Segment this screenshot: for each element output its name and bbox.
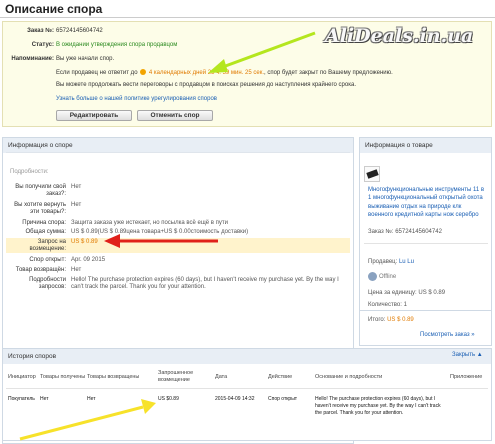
close-history-label: Закрыть [452,352,476,358]
info-label-received: Вы получили свой заказ?: [15,184,66,197]
divider [364,243,488,244]
col-date: Дата [215,374,228,380]
green-arrow [208,31,316,73]
cell-date: 2015-04-09 14:32 [215,396,255,402]
info-value-reason: Защита заказа уже истекает, но посылка в… [71,220,228,226]
details-label: Подробности: [10,169,49,175]
dispute-info-header: Информация о споре [3,138,353,153]
info-label-returned: Товар возвращён: [15,267,66,273]
knife-card-icon [366,169,379,179]
info-value-received: Нет [71,184,82,190]
view-order-link[interactable]: Посмотреть заказ » [420,332,475,338]
clock-icon [140,69,147,75]
reminder-line-1: Вы уже начали спор. [56,56,115,62]
product-info-panel: Информация о товаре [359,137,492,311]
history-header: История споров [3,349,491,364]
cell-details: Hello! The purchase protection expires (… [315,396,441,416]
reminder-line-3: Вы можете продолжать вести переговоры с … [56,82,356,88]
col-details: Основание и подробности [315,374,383,380]
order-label: Заказ №: [27,28,54,34]
cancel-dispute-button[interactable]: Отменить спор [137,110,213,121]
total-value: US $ 0.89 [387,317,414,323]
page-title: Описание спора [5,2,103,16]
seller-row: Продавец: Lu Lu [368,259,414,266]
unit-price-value: US $ 0.89 [418,290,446,296]
chat-icon[interactable] [368,272,377,281]
red-arrow [104,234,218,248]
product-order-label: Заказ №: [368,229,394,235]
unit-price-row: Цена за единицу: US $ 0.89 [368,290,445,297]
seller-link[interactable]: Lu Lu [399,259,414,265]
unit-price-label: Цена за единицу: [368,290,417,296]
col-initiator: Инициатор [8,374,36,380]
divider [6,388,488,389]
quantity-label: Количество: [368,302,402,308]
info-value-returned: Нет [71,267,82,273]
seller-label: Продавец: [368,259,398,265]
chevron-up-icon: ▲ [476,352,483,358]
status-value: В ожидании утверждения спора продавцом [56,42,178,48]
info-label-reason: Причина спора: [22,220,66,226]
reminder-text-a: Если продавец не ответит до [56,70,138,76]
total-row: Итого: US $ 0.89 [368,317,414,324]
watermark-logo: AliDeals.in.ua [325,25,474,47]
info-value-opened: Apr. 09 2015 [71,257,106,263]
edit-button[interactable]: Редактировать [56,110,132,121]
info-label-total: Общая сумма: [25,229,66,235]
info-label-refund: Запрос на возмещение: [29,239,66,252]
reminder-label: Напоминание: [11,56,54,62]
info-label-return: Вы хотите вернуть эти товары?: [14,202,66,215]
info-label-opened: Спор открыт: [29,257,66,263]
col-attachment: Приложение [450,374,483,380]
info-value-request-details: Hello! The purchase protection expires (… [71,277,339,290]
col-action: Действие [268,374,293,380]
divider [6,152,350,153]
product-order: Заказ №: 65724145604742 [368,229,442,236]
cell-refund: US $0.89 [158,396,179,402]
product-info-header: Информация о товаре [360,138,491,153]
product-name-link[interactable]: Многофункциональные инструменты 11 в 1 м… [368,186,488,220]
info-value-return: Нет [71,202,82,208]
quantity-row: Количество: 1 [368,302,407,309]
col-returned: Товары возвращены [87,374,140,380]
col-received: Товары получены [40,374,86,380]
divider [0,17,495,18]
order-number: 65724145604742 [56,28,103,34]
info-label-request-details: Подробности запросов: [29,277,66,290]
close-history-link[interactable]: Закрыть ▲ [452,352,483,358]
policy-link[interactable]: Узнать больше о нашей политике урегулиро… [56,96,217,102]
product-thumbnail[interactable] [364,166,380,182]
info-value-refund: US $ 0.89 [71,239,98,245]
quantity-value: 1 [403,302,407,308]
offline-status: Offline [379,274,397,280]
status-label: Статус: [31,42,54,48]
product-order-number: 65724145604742 [395,229,442,235]
cell-action: Спор открыт [268,396,298,402]
col-refund: Запрошенное возмещение [158,370,194,383]
yellow-arrow [19,399,156,441]
total-label: Итого: [368,317,386,323]
